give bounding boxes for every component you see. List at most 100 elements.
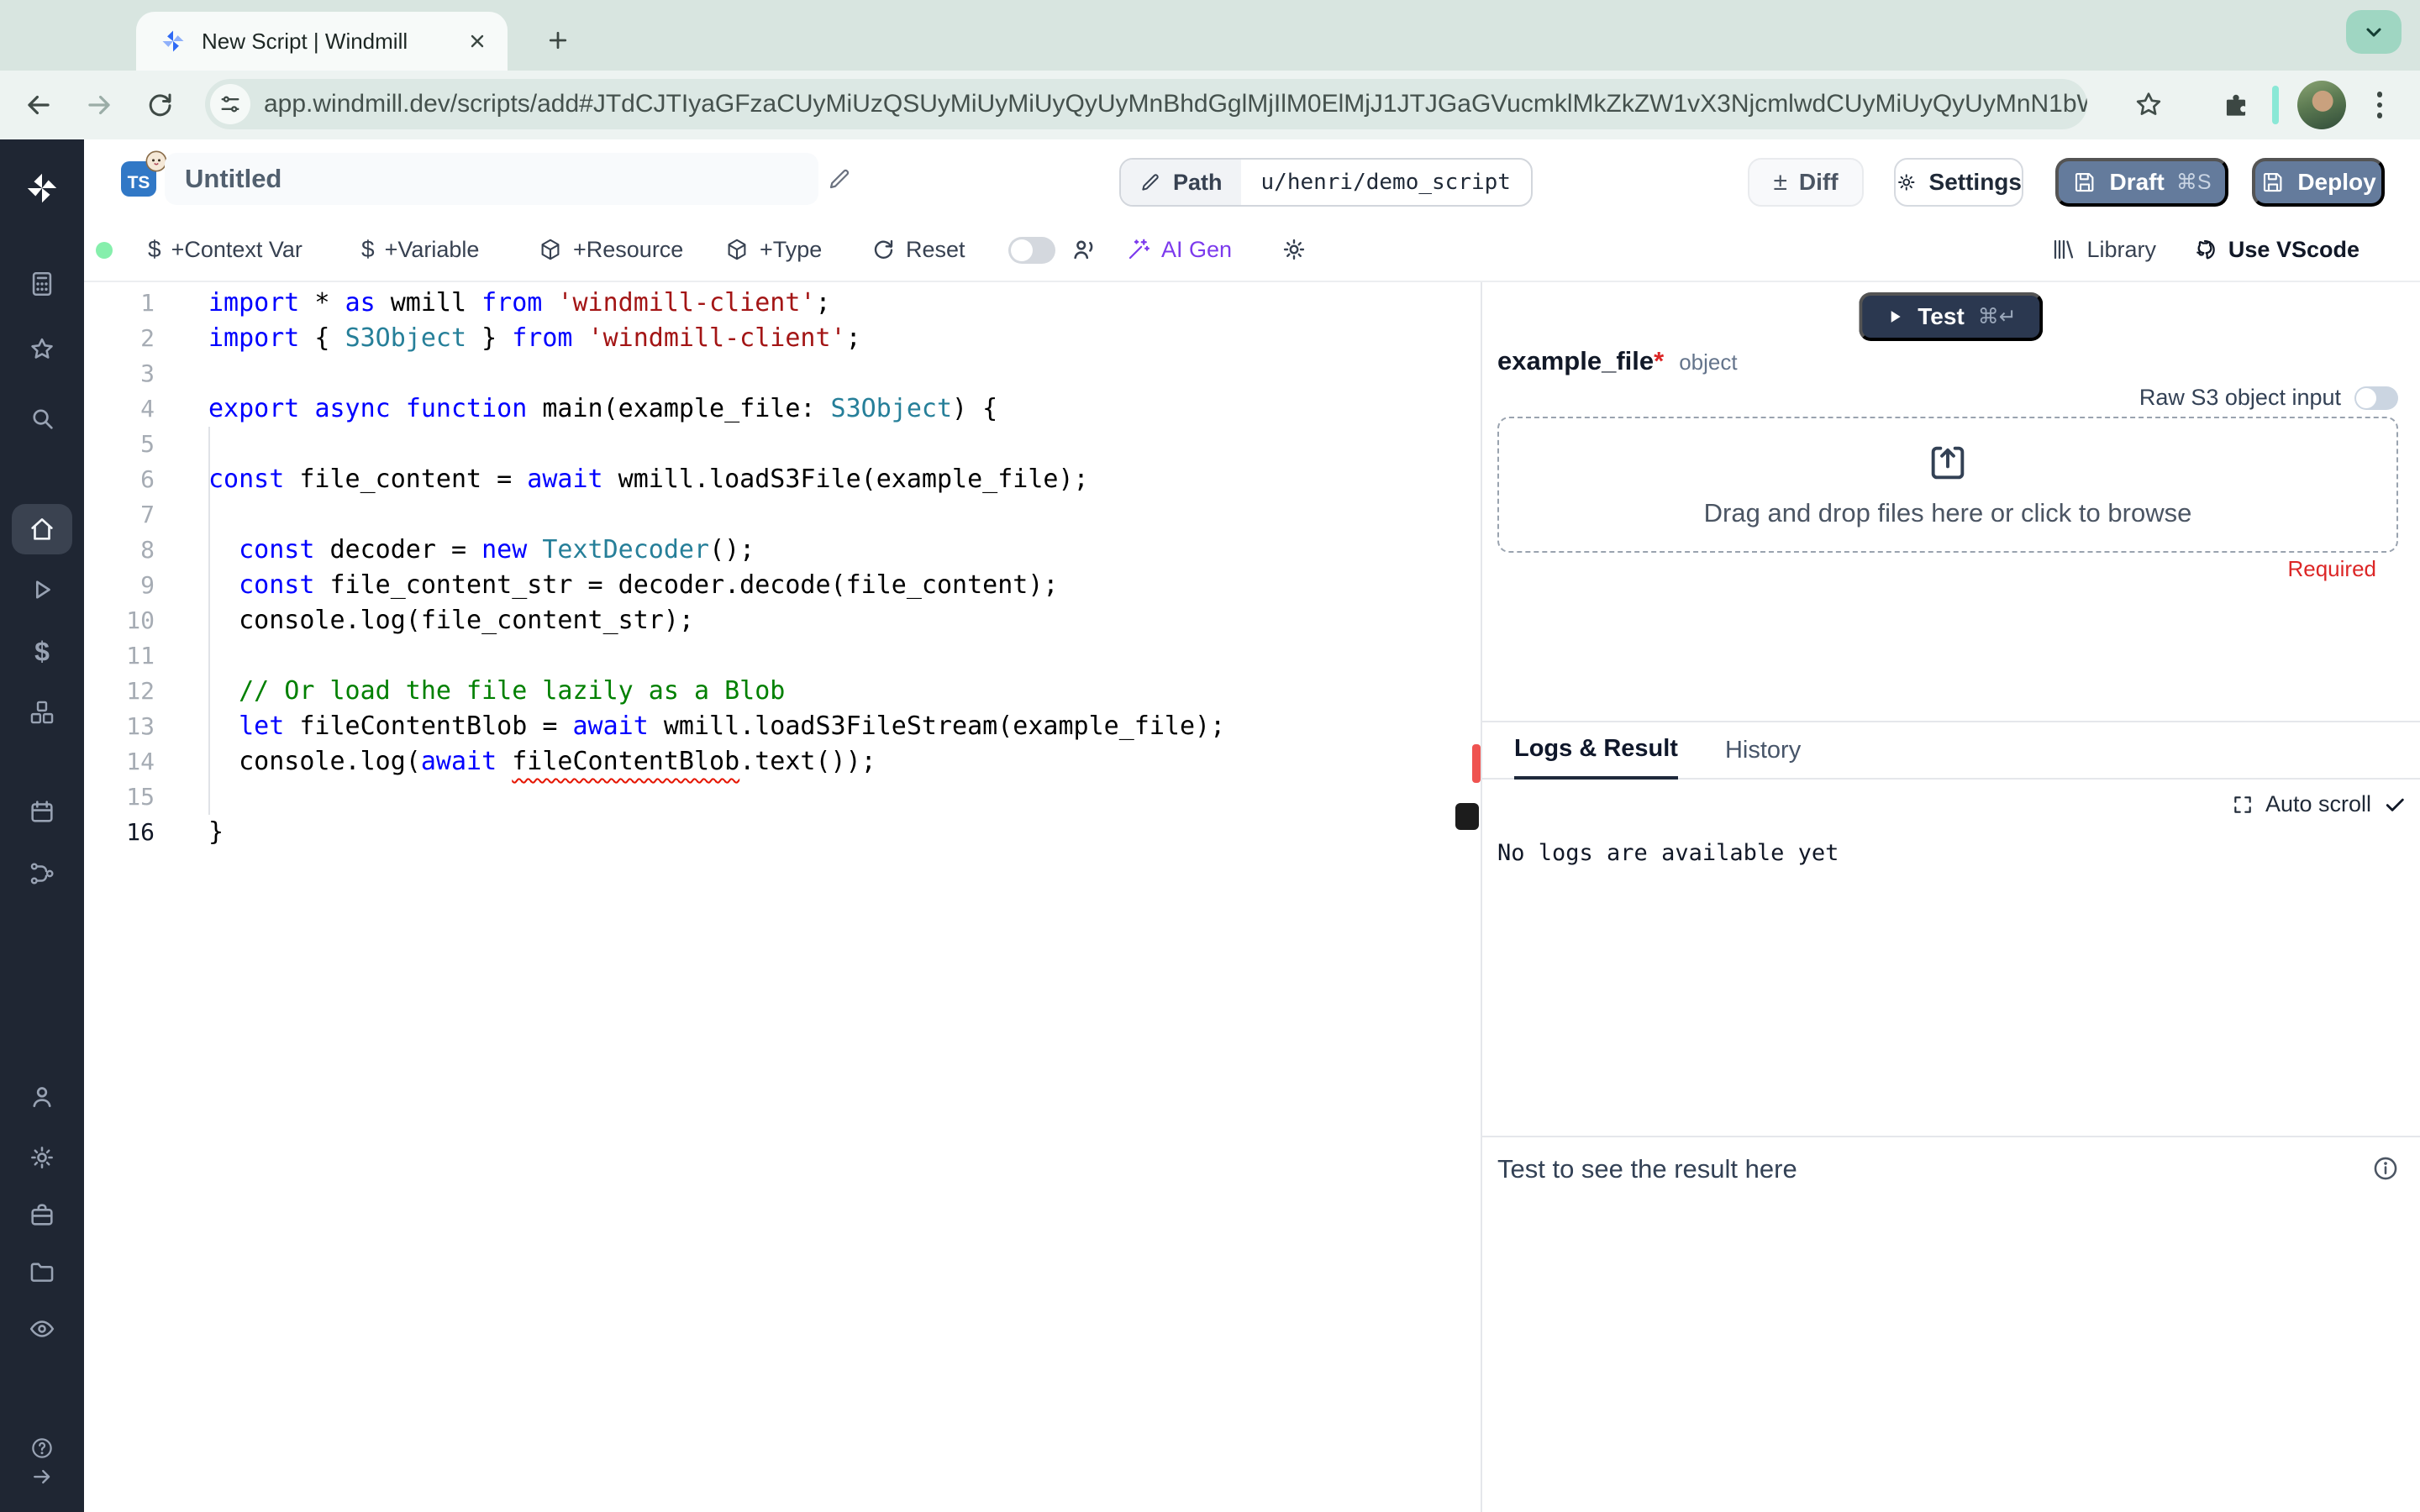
add-context-var-button[interactable]: $ +Context Var [148, 218, 302, 281]
add-resource-button[interactable]: +Resource [538, 218, 683, 281]
folders-icon[interactable] [28, 1257, 56, 1286]
raw-s3-label: Raw S3 object input [2139, 385, 2341, 410]
line-number: 8 [140, 536, 155, 564]
help-icon[interactable] [29, 1436, 55, 1461]
code-line[interactable]: 5 [84, 427, 1481, 462]
tab-close-icon[interactable] [464, 28, 491, 55]
workers-briefcase-icon[interactable] [28, 1200, 56, 1229]
variables-dollar-icon[interactable]: $ [34, 637, 50, 668]
line-number: 2 [140, 324, 155, 352]
tab-history[interactable]: History [1725, 737, 1801, 778]
code-line[interactable]: 9 const file_content_str = decoder.decod… [84, 568, 1481, 603]
presence-users-icon[interactable] [1071, 218, 1099, 281]
windmill-logo-icon[interactable] [24, 170, 60, 207]
path-label: Path [1173, 169, 1223, 195]
forward-button[interactable] [77, 83, 121, 127]
auto-scroll-control[interactable]: Auto scroll [2232, 791, 2407, 817]
code-line[interactable]: 8 const decoder = new TextDecoder(); [84, 533, 1481, 568]
code-line[interactable]: 4 export async function main(example_file… [84, 391, 1481, 427]
extensions-puzzle-icon[interactable] [2220, 89, 2252, 121]
runs-play-icon[interactable] [28, 575, 56, 604]
tab-logs-result[interactable]: Logs & Result [1514, 735, 1678, 780]
code-line[interactable]: 11 [84, 638, 1481, 674]
code-line[interactable]: 14 console.log(await fileContentBlob.tex… [84, 744, 1481, 780]
site-settings-icon[interactable] [210, 84, 250, 124]
browser-menu-icon[interactable] [2363, 87, 2396, 123]
audit-eye-icon[interactable] [28, 1315, 56, 1343]
save-floppy-icon [2264, 172, 2282, 192]
connection-status-dot [96, 242, 113, 259]
upload-icon [1931, 446, 1965, 480]
workspace: 1 import * as wmill from 'windmill-client… [84, 282, 2420, 1512]
code-line[interactable]: 1 import * as wmill from 'windmill-client… [84, 286, 1481, 321]
code-line[interactable]: 6 const file_content = await wmill.loadS3… [84, 462, 1481, 497]
gear-icon [1898, 174, 1915, 191]
add-type-label: +Type [760, 236, 823, 262]
logs-tabs: Logs & Result History [1482, 722, 2420, 780]
path-label-segment[interactable]: Path [1121, 160, 1241, 205]
code-line[interactable]: 12 // Or load the file lazily as a Blob [84, 674, 1481, 709]
browser-tab[interactable]: New Script | Windmill [136, 12, 508, 71]
panel-resize-handle[interactable] [1472, 744, 1481, 783]
save-draft-button[interactable]: Draft ⌘S [2055, 158, 2228, 207]
bookmark-star-icon[interactable] [2133, 89, 2165, 121]
info-icon[interactable] [2371, 1154, 2400, 1183]
package-icon [728, 239, 746, 260]
schedules-calendar-icon[interactable] [28, 797, 56, 826]
file-dropzone[interactable]: Drag and drop files here or click to bro… [1497, 417, 2398, 553]
path-value[interactable]: u/henri/demo_script [1241, 160, 1531, 205]
code-line[interactable]: 2 import { S3Object } from 'windmill-clie… [84, 321, 1481, 356]
profile-avatar[interactable] [2297, 81, 2346, 129]
code-line[interactable]: 15 [84, 780, 1481, 815]
deploy-button[interactable]: Deploy [2252, 158, 2385, 207]
diff-button[interactable]: ± Diff [1748, 158, 1864, 207]
add-type-button[interactable]: +Type [724, 218, 822, 281]
library-button[interactable]: Library [2051, 218, 2156, 281]
favorites-star-icon[interactable] [28, 335, 56, 364]
code-line[interactable]: 3 [84, 356, 1481, 391]
reload-button[interactable] [138, 83, 182, 127]
resources-boxes-icon[interactable] [28, 698, 56, 727]
code-line[interactable]: 7 [84, 497, 1481, 533]
edit-title-pencil-icon[interactable] [827, 166, 852, 192]
settings-button[interactable]: Settings [1894, 158, 2023, 207]
result-placeholder: Test to see the result here [1497, 1154, 1797, 1184]
reset-button[interactable]: Reset [871, 218, 965, 281]
script-title-input[interactable] [165, 153, 818, 205]
play-icon [1891, 311, 1901, 323]
search-icon[interactable] [28, 404, 56, 433]
user-icon[interactable] [28, 1083, 56, 1111]
raw-s3-toggle[interactable] [2354, 386, 2398, 410]
routes-icon[interactable] [28, 859, 56, 888]
back-button[interactable] [17, 83, 60, 127]
tab-search-button[interactable] [2346, 10, 2402, 54]
path-pill[interactable]: Path u/henri/demo_script [1119, 158, 1533, 207]
code-text: export async function main(example_file:… [208, 394, 998, 423]
line-number: 7 [140, 501, 155, 528]
code-line[interactable]: 16} [84, 815, 1481, 850]
line-number: 15 [126, 783, 155, 811]
address-bar[interactable]: app.windmill.dev/scripts/add#JTdCJTIyaGF… [205, 79, 2087, 129]
arrow-left-icon [28, 95, 50, 115]
add-variable-button[interactable]: $ +Variable [361, 218, 479, 281]
collapse-sidebar-icon[interactable] [29, 1464, 55, 1489]
panel-resize-grip[interactable] [1455, 803, 1479, 830]
toggle-off[interactable] [1008, 237, 1055, 264]
use-vscode-button[interactable]: Use VScode [2191, 218, 2360, 281]
argument-row: example_file * object [1497, 346, 1738, 376]
workspace-icon[interactable] [28, 270, 56, 298]
multiplayer-toggle[interactable] [1008, 237, 1055, 264]
save-floppy-icon [2075, 172, 2094, 192]
settings-gear-icon[interactable] [28, 1143, 56, 1172]
editor-settings-gear-icon[interactable] [1281, 218, 1307, 281]
ai-gen-button[interactable]: AI Gen [1126, 218, 1232, 281]
code-line[interactable]: 13 let fileContentBlob = await wmill.loa… [84, 709, 1481, 744]
code-editor[interactable]: 1 import * as wmill from 'windmill-client… [84, 282, 1481, 1512]
line-number: 5 [140, 430, 155, 458]
sidebar-item-home[interactable] [12, 504, 72, 554]
code-line[interactable]: 10 console.log(file_content_str); [84, 603, 1481, 638]
test-button[interactable]: Test ⌘↵ [1859, 292, 2044, 341]
new-tab-button[interactable] [534, 17, 581, 64]
